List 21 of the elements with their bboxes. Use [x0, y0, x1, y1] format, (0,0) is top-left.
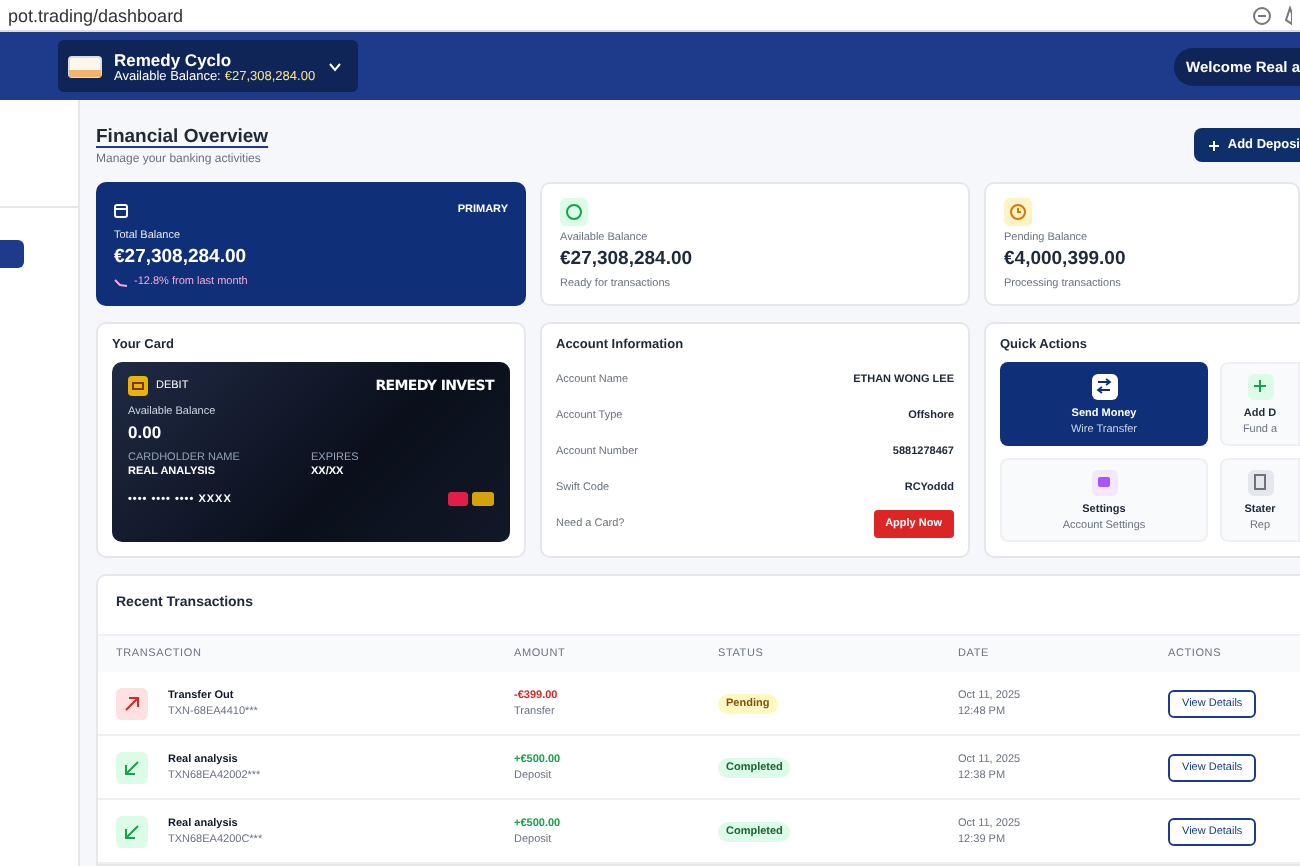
arrow-up-right-icon — [122, 693, 142, 713]
document-icon — [1250, 472, 1270, 492]
card-glyph — [132, 382, 144, 390]
arrow-down-left-icon — [122, 821, 142, 841]
transfer-icon — [1094, 376, 1114, 396]
balance-amount: €27,308,284.00 — [114, 246, 249, 268]
nav-item[interactable] — [0, 240, 24, 268]
trend-down-icon — [114, 277, 128, 287]
balance-amount: €4,000,399.00 — [1004, 248, 1128, 270]
chevron-down-icon — [327, 61, 342, 71]
arrow-down-left-icon — [122, 757, 142, 777]
balance-amount: €27,308,284.00 — [560, 248, 695, 270]
page-title: Financial Overview — [96, 125, 269, 147]
wallet-icon — [114, 203, 128, 217]
settings-icon — [1094, 472, 1114, 492]
account-name: Remedy Cyclo — [114, 49, 234, 69]
card-network-icon — [448, 492, 494, 506]
card-icon — [68, 55, 102, 77]
plus-icon — [1207, 139, 1220, 151]
card-balance: 0.00 — [128, 422, 164, 442]
plus-icon — [1250, 376, 1270, 396]
